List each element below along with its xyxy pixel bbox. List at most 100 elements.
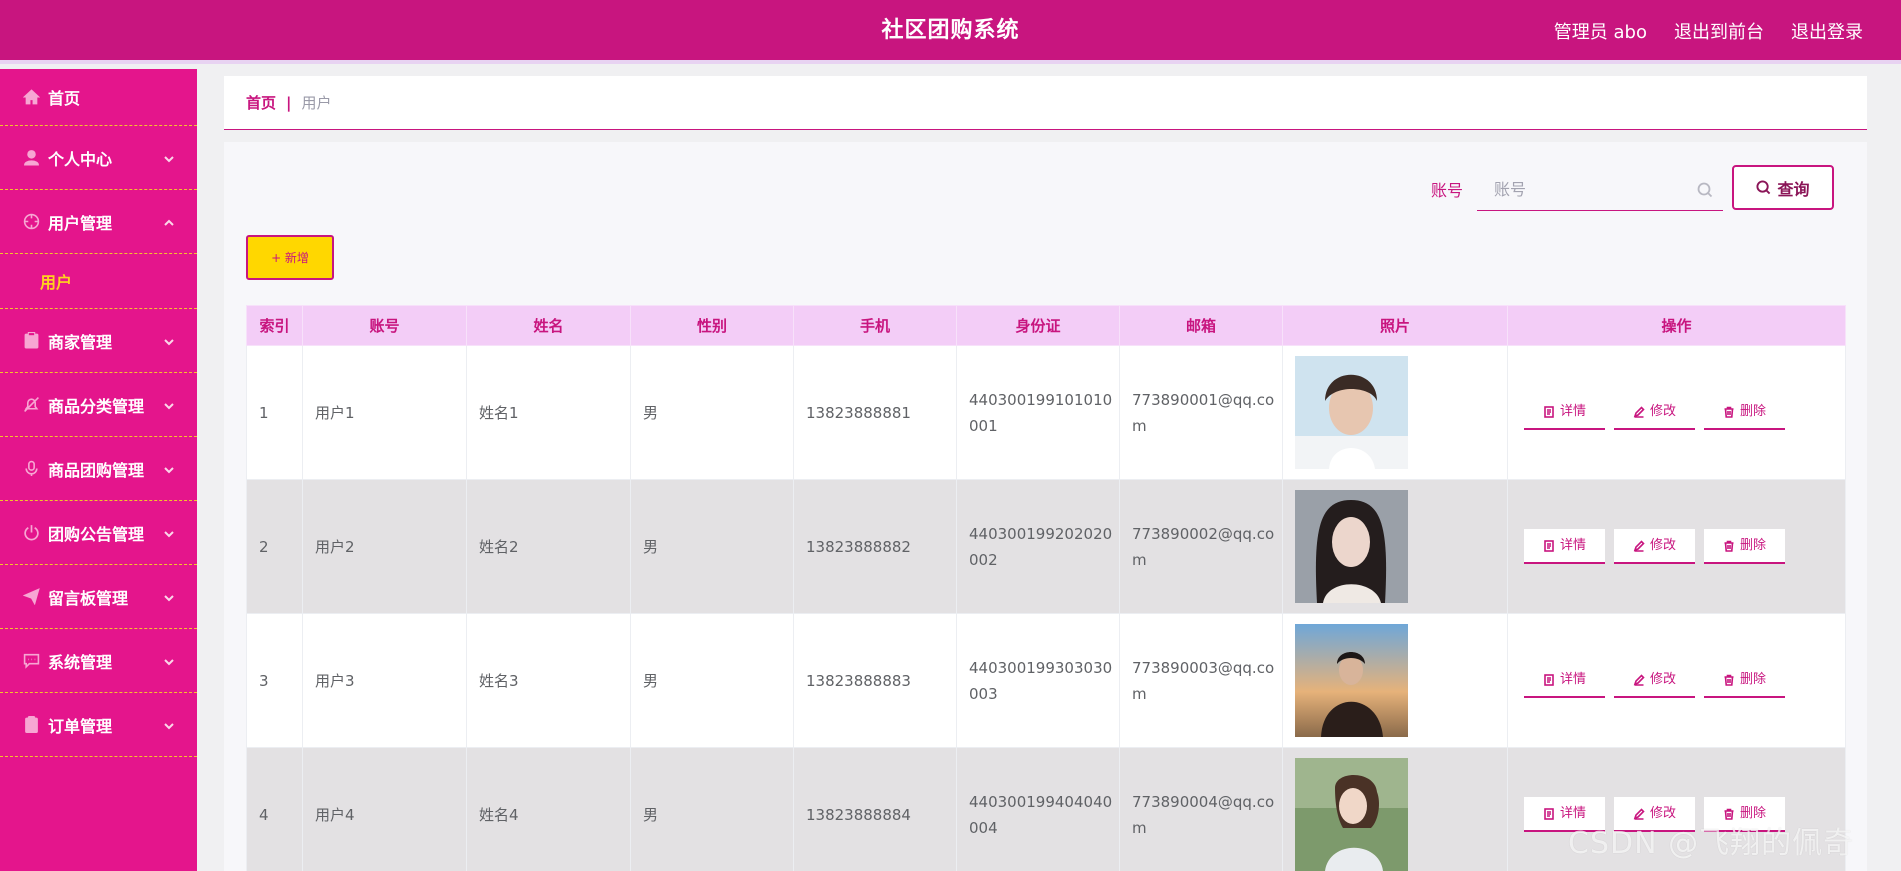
document-icon bbox=[1544, 405, 1554, 418]
sidebar-item-label: 商品团购管理 bbox=[48, 460, 145, 480]
query-button[interactable]: 查询 bbox=[1732, 165, 1834, 210]
sidebar-item-system-management[interactable]: 系统管理 bbox=[0, 629, 197, 693]
sidebar-item-category-management[interactable]: 商品分类管理 bbox=[0, 373, 197, 437]
cell-index: 1 bbox=[246, 345, 303, 480]
edit-icon bbox=[1633, 673, 1645, 686]
table-row: 1 用户1 姓名1 男 13823888881 4403001991010100… bbox=[246, 345, 1846, 480]
sidebar-item-label: 个人中心 bbox=[48, 149, 113, 169]
search-field bbox=[1477, 169, 1723, 211]
table-row: 2 用户2 姓名2 男 13823888882 4403001992020200… bbox=[246, 479, 1846, 614]
chevron-down-icon bbox=[163, 589, 175, 602]
delete-button[interactable]: 删除 bbox=[1704, 663, 1785, 698]
edit-button[interactable]: 修改 bbox=[1614, 395, 1695, 430]
cell-photo bbox=[1282, 479, 1508, 614]
detail-button[interactable]: 详情 bbox=[1524, 395, 1605, 430]
watermark: CSDN @飞翔的佩奇 bbox=[1568, 826, 1855, 861]
detail-label: 详情 bbox=[1559, 537, 1586, 553]
detail-label: 详情 bbox=[1559, 671, 1586, 687]
sidebar-item-label: 商家管理 bbox=[48, 332, 113, 352]
add-button[interactable]: + 新增 bbox=[246, 235, 334, 280]
crosshair-icon bbox=[22, 213, 40, 231]
home-icon bbox=[22, 88, 40, 106]
cell-actions: 详情 修改 删除 bbox=[1507, 613, 1846, 748]
edit-button[interactable]: 修改 bbox=[1614, 663, 1695, 698]
top-bar: 社区团购系统 管理员 abo 退出到前台 退出登录 bbox=[0, 0, 1901, 64]
user-photo[interactable] bbox=[1295, 624, 1408, 737]
cell-gender: 男 bbox=[630, 747, 794, 871]
sidebar-item-merchant-management[interactable]: 商家管理 bbox=[0, 309, 197, 373]
sidebar-item-user-management[interactable]: 用户管理 bbox=[0, 190, 197, 254]
delete-label: 删除 bbox=[1739, 403, 1766, 419]
cell-id-card: 440300199303030003 bbox=[956, 613, 1120, 748]
sidebar-item-label: 用户管理 bbox=[48, 213, 113, 233]
delete-label: 删除 bbox=[1739, 537, 1766, 553]
search-label: 账号 bbox=[1431, 181, 1464, 200]
detail-button[interactable]: 详情 bbox=[1524, 529, 1605, 564]
sidebar-item-order-management[interactable]: 订单管理 bbox=[0, 693, 197, 757]
cell-actions: 详情 修改 删除 bbox=[1507, 479, 1846, 614]
edit-icon bbox=[1633, 405, 1645, 418]
search-icon bbox=[1697, 182, 1713, 198]
sidebar-item-announcement-management[interactable]: 团购公告管理 bbox=[0, 501, 197, 565]
sidebar-item-label: 首页 bbox=[48, 89, 81, 108]
detail-button[interactable]: 详情 bbox=[1524, 663, 1605, 698]
cell-id-card: 440300199404040004 bbox=[956, 747, 1120, 871]
exit-to-front-link[interactable]: 退出到前台 bbox=[1674, 18, 1764, 44]
sidebar-item-personal-center[interactable]: 个人中心 bbox=[0, 126, 197, 190]
chevron-down-icon bbox=[163, 525, 175, 538]
user-label: 管理员 abo bbox=[1553, 22, 1647, 43]
cell-name: 姓名2 bbox=[466, 479, 631, 614]
cell-index: 4 bbox=[246, 747, 303, 871]
cell-account: 用户2 bbox=[302, 479, 467, 614]
sidebar-item-label: 团购公告管理 bbox=[48, 524, 145, 544]
cell-gender: 男 bbox=[630, 479, 794, 614]
delete-button[interactable]: 删除 bbox=[1704, 529, 1785, 564]
sidebar-item-message-board-management[interactable]: 留言板管理 bbox=[0, 565, 197, 629]
search-icon bbox=[1756, 180, 1771, 195]
cell-phone: 13823888881 bbox=[793, 345, 957, 480]
sidebar: 首页 个人中心 用户管理 用户 商家管理 商品分类管理 商品团购管理 团购公告管… bbox=[0, 69, 197, 871]
cell-email: 773890002@qq.com bbox=[1119, 479, 1283, 614]
search-input[interactable] bbox=[1477, 169, 1687, 209]
cell-id-card: 440300199202020002 bbox=[956, 479, 1120, 614]
chevron-down-icon bbox=[163, 461, 175, 474]
sidebar-item-label: 留言板管理 bbox=[48, 588, 129, 608]
edit-button[interactable]: 修改 bbox=[1614, 529, 1695, 564]
breadcrumb-home[interactable]: 首页 bbox=[246, 92, 276, 113]
document-icon bbox=[1544, 539, 1554, 552]
users-table: 索引 账号 姓名 性别 手机 身份证 邮箱 照片 操作 1 用户1 姓名1 男 … bbox=[246, 305, 1846, 871]
cell-phone: 13823888883 bbox=[793, 613, 957, 748]
cell-account: 用户4 bbox=[302, 747, 467, 871]
cell-phone: 13823888884 bbox=[793, 747, 957, 871]
delete-button[interactable]: 删除 bbox=[1704, 395, 1785, 430]
cell-account: 用户1 bbox=[302, 345, 467, 480]
sidebar-item-groupbuy-management[interactable]: 商品团购管理 bbox=[0, 437, 197, 501]
sidebar-item-home[interactable]: 首页 bbox=[0, 69, 197, 126]
cell-actions: 详情 修改 删除 bbox=[1507, 345, 1846, 480]
chat-icon bbox=[22, 652, 40, 670]
edit-label: 修改 bbox=[1649, 671, 1676, 687]
cell-photo bbox=[1282, 345, 1508, 480]
cell-photo bbox=[1282, 613, 1508, 748]
column-header: 身份证 bbox=[956, 305, 1120, 346]
user-photo[interactable] bbox=[1295, 490, 1408, 603]
sidebar-subitem-users[interactable]: 用户 bbox=[0, 254, 197, 309]
table-row: 3 用户3 姓名3 男 13823888883 4403001993030300… bbox=[246, 613, 1846, 748]
column-header: 操作 bbox=[1507, 305, 1846, 346]
header-actions: 管理员 abo 退出到前台 退出登录 bbox=[1554, 0, 1863, 62]
sidebar-item-label: 商品分类管理 bbox=[48, 396, 145, 416]
cell-phone: 13823888882 bbox=[793, 479, 957, 614]
power-icon bbox=[22, 524, 40, 542]
trash-icon bbox=[1724, 540, 1734, 552]
mic-icon bbox=[22, 460, 40, 478]
chevron-up-icon bbox=[163, 214, 175, 226]
trash-icon bbox=[1724, 674, 1734, 686]
user-photo[interactable] bbox=[1295, 758, 1408, 871]
cell-name: 姓名3 bbox=[466, 613, 631, 748]
edit-label: 修改 bbox=[1649, 403, 1676, 419]
user-photo[interactable] bbox=[1295, 356, 1408, 469]
logout-link[interactable]: 退出登录 bbox=[1791, 18, 1863, 44]
cell-gender: 男 bbox=[630, 345, 794, 480]
cell-index: 2 bbox=[246, 479, 303, 614]
clipboard-icon bbox=[22, 716, 40, 734]
